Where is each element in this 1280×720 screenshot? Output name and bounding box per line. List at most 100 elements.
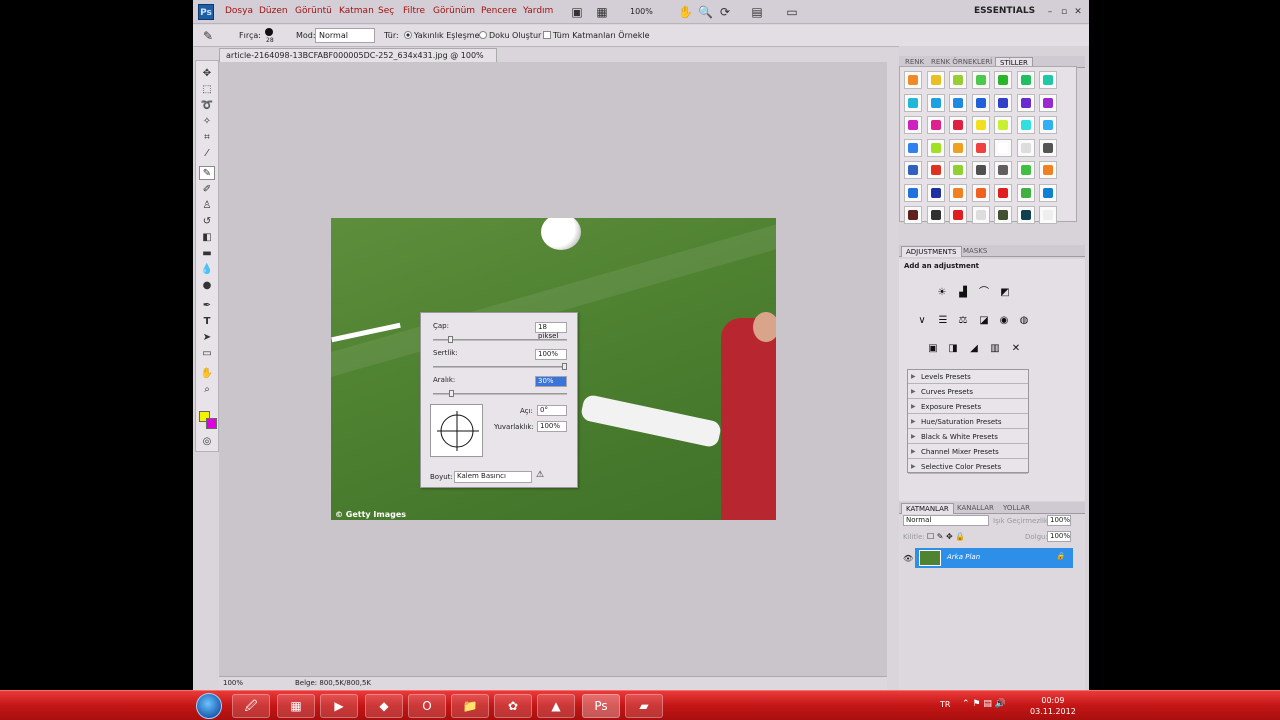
style-swatch[interactable] [994, 161, 1012, 179]
spacing-slider-knob[interactable] [449, 390, 454, 397]
taskbar-opera-icon[interactable]: O [408, 694, 446, 718]
style-swatch[interactable] [904, 183, 922, 202]
diameter-slider[interactable] [433, 336, 567, 343]
brush-preview-icon[interactable] [265, 28, 273, 36]
menu-gorunum[interactable]: Görünüm [433, 6, 475, 16]
minimize-icon[interactable]: – [1043, 5, 1057, 19]
style-swatch[interactable] [926, 206, 945, 224]
hardness-input[interactable]: 100% [535, 349, 567, 360]
black-white-icon[interactable]: ◪ [977, 314, 991, 328]
status-zoom[interactable]: 100% [223, 677, 243, 690]
style-swatch[interactable] [949, 183, 967, 202]
proximity-match-radio[interactable]: Yakınlık Eşleşmesi [404, 31, 486, 40]
pen-tool-icon[interactable]: ✒ [199, 299, 215, 313]
style-swatch[interactable] [904, 71, 922, 89]
preset-channel-mixer[interactable]: Channel Mixer Presets [908, 445, 1028, 459]
dodge-tool-icon[interactable]: ● [199, 279, 215, 293]
roundness-input[interactable]: 100% [537, 421, 567, 432]
style-swatch[interactable] [949, 138, 967, 157]
zoom-tool-icon[interactable]: 🔍 [698, 5, 713, 19]
style-swatch[interactable] [1039, 71, 1057, 89]
menu-yardim[interactable]: Yardım [523, 6, 553, 16]
menu-duzen[interactable]: Düzen [259, 6, 288, 16]
style-swatch[interactable] [1016, 183, 1035, 202]
document-tab[interactable]: article-2164098-13BCFABF000005DC-252_634… [219, 48, 497, 73]
taskbar-media-player-icon[interactable]: ▶ [320, 694, 358, 718]
quick-selection-icon[interactable]: ✧ [199, 115, 215, 129]
eraser-tool-icon[interactable]: ◧ [199, 231, 215, 245]
preset-hue-saturation[interactable]: Hue/Saturation Presets [908, 415, 1028, 429]
lasso-tool-icon[interactable]: ➰ [199, 99, 215, 113]
style-swatch[interactable] [1016, 71, 1035, 89]
close-icon[interactable]: ✕ [1071, 5, 1085, 19]
style-swatch[interactable] [904, 116, 922, 134]
style-swatch[interactable] [971, 206, 990, 224]
style-swatch[interactable] [994, 93, 1012, 112]
quick-mask-icon[interactable]: ◎ [199, 435, 215, 449]
style-swatch[interactable] [1039, 206, 1057, 224]
hardness-slider-knob[interactable] [562, 363, 567, 370]
taskbar-notes-icon[interactable]: ▰ [625, 694, 663, 718]
style-swatch[interactable] [971, 93, 990, 112]
mode-select[interactable]: Normal [315, 28, 375, 43]
menu-katman[interactable]: Katman [339, 6, 374, 16]
start-button[interactable] [196, 693, 222, 719]
channel-mixer-icon[interactable]: ◍ [1017, 314, 1031, 328]
style-swatch[interactable] [994, 206, 1012, 224]
preset-curves[interactable]: Curves Presets [908, 385, 1028, 399]
layer-row[interactable]: Arka Plan 🔒 [915, 548, 1073, 568]
opacity-input[interactable]: 100% [1047, 515, 1071, 526]
background-color-swatch[interactable] [206, 418, 217, 429]
threshold-icon[interactable]: ◢ [967, 342, 981, 356]
style-swatch[interactable] [1039, 116, 1057, 134]
brush-tool-icon[interactable]: ✐ [199, 183, 215, 197]
tray-icons[interactable]: ⌃ ⚑ ▤ 🔊 [962, 699, 1006, 709]
style-swatch[interactable] [1039, 93, 1057, 112]
posterize-icon[interactable]: ◨ [946, 342, 960, 356]
arrange-documents-icon[interactable]: ▤ [750, 5, 764, 19]
style-swatch[interactable] [1039, 138, 1057, 157]
style-swatch[interactable] [971, 183, 990, 202]
style-swatch[interactable] [1039, 161, 1057, 179]
zoom-tool-icon[interactable]: ⌕ [199, 383, 215, 397]
style-swatch[interactable] [926, 138, 945, 157]
taskbar-photoshop-icon[interactable]: Ps [582, 694, 620, 718]
tab-layers[interactable]: KATMANLAR [901, 503, 954, 514]
style-swatch[interactable] [904, 161, 922, 179]
style-swatch[interactable] [949, 206, 967, 224]
restore-icon[interactable]: ▫ [1057, 5, 1071, 19]
style-swatch[interactable] [904, 138, 922, 157]
selective-color-icon[interactable]: ✕ [1009, 342, 1023, 356]
style-swatch[interactable] [904, 93, 922, 112]
fill-input[interactable]: 100% [1047, 531, 1071, 542]
levels-icon[interactable]: ▟ [956, 286, 970, 300]
taskbar-explorer-icon[interactable]: 📁 [451, 694, 489, 718]
preset-black-white[interactable]: Black & White Presets [908, 430, 1028, 444]
style-swatch[interactable] [904, 206, 922, 224]
style-swatch[interactable] [926, 183, 945, 202]
zoom-level[interactable]: 100% [630, 7, 653, 16]
tab-masks[interactable]: MASKS [959, 246, 991, 257]
style-swatch[interactable] [1039, 183, 1057, 202]
diameter-input[interactable]: 18 piksel [535, 322, 567, 340]
preset-exposure[interactable]: Exposure Presets [908, 400, 1028, 414]
healing-brush-icon[interactable]: ✎ [201, 29, 215, 43]
size-select[interactable]: Kalem Basıncı [454, 471, 532, 483]
language-indicator[interactable]: TR [940, 700, 950, 709]
style-swatch[interactable] [949, 93, 967, 112]
type-tool-icon[interactable]: T [199, 315, 215, 329]
taskbar-app-icon[interactable]: 🖉 [232, 694, 270, 718]
bridge-icon[interactable]: ▣ [570, 5, 584, 19]
taskbar-clock[interactable]: 00:09 03.11.2012 [1030, 695, 1076, 717]
menu-dosya[interactable]: Dosya [225, 6, 253, 16]
brightness-icon[interactable]: ☀ [935, 286, 949, 300]
style-swatch[interactable] [971, 71, 990, 89]
tab-adjustments[interactable]: ADJUSTMENTS [901, 246, 962, 257]
preset-levels[interactable]: Levels Presets [908, 370, 1028, 384]
hardness-slider[interactable] [433, 363, 567, 370]
style-swatch[interactable] [926, 71, 945, 89]
hand-tool-icon[interactable]: ✋ [678, 5, 693, 19]
menu-goruntu[interactable]: Görüntü [295, 6, 332, 16]
menu-filtre[interactable]: Filtre [403, 6, 425, 16]
crop-tool-icon[interactable]: ⌗ [199, 131, 215, 145]
